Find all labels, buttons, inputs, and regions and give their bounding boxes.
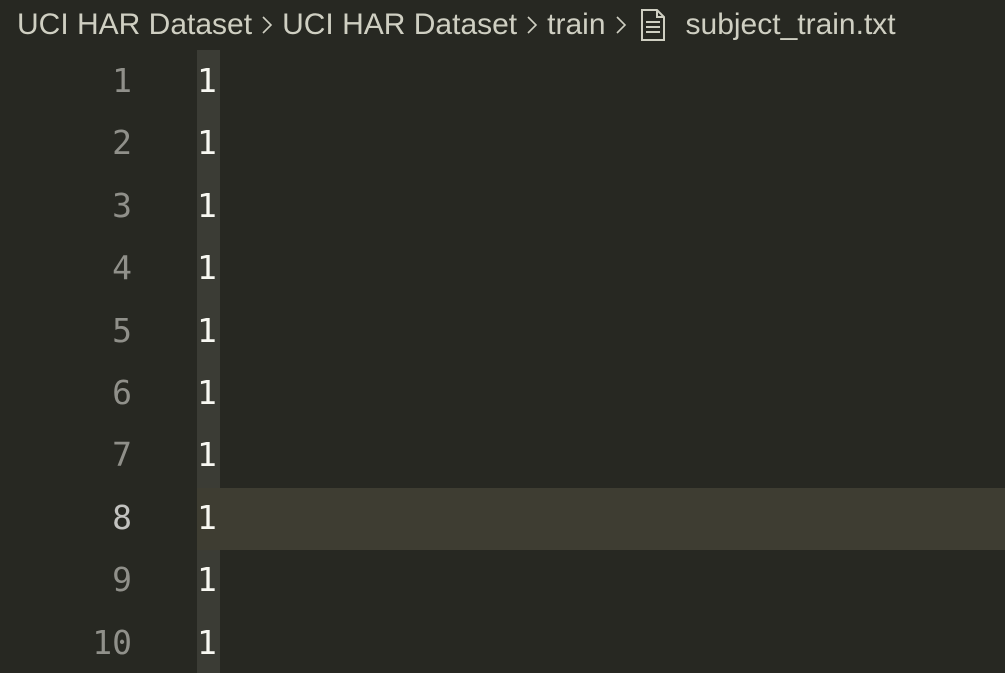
line-number-gutter: 1 2 3 4 5 6 7 8 9 10 (0, 50, 140, 673)
code-line[interactable]: 1 (197, 424, 217, 486)
line-number: 5 (112, 310, 132, 350)
breadcrumb: UCI HAR Dataset UCI HAR Dataset train su… (0, 0, 1005, 50)
code-line[interactable]: 1 (197, 612, 217, 673)
chevron-right-icon (517, 0, 547, 50)
line-number: 6 (112, 373, 132, 412)
code-line[interactable]: 1 (197, 300, 217, 362)
line-number: 10 (92, 622, 132, 662)
code-line[interactable]: 1 (197, 362, 217, 424)
code-line[interactable]: 1 (197, 549, 217, 611)
breadcrumb-item-file[interactable]: subject_train.txt (686, 0, 896, 50)
breadcrumb-item-train[interactable]: train (547, 0, 605, 50)
breadcrumb-item-uci-har-dataset-root[interactable]: UCI HAR Dataset (17, 0, 252, 50)
line-number: 3 (112, 185, 132, 225)
code-line[interactable]: 1 (197, 487, 217, 549)
code-line[interactable]: 1 (197, 112, 217, 174)
current-line-highlight (197, 488, 1005, 550)
line-number: 9 (112, 560, 132, 600)
editor-area[interactable]: 1 2 3 4 5 6 7 8 9 10 1111111111 (0, 50, 1005, 673)
line-number: 2 (112, 123, 132, 163)
editor-window: UCI HAR Dataset UCI HAR Dataset train su… (0, 0, 1005, 673)
breadcrumb-item-uci-har-dataset[interactable]: UCI HAR Dataset (282, 0, 517, 50)
code-line[interactable]: 1 (197, 237, 217, 299)
line-number: 7 (112, 435, 132, 475)
chevron-right-icon (606, 0, 636, 50)
file-text-icon (636, 0, 670, 50)
code-line[interactable]: 1 (197, 50, 217, 112)
line-number: 8 (112, 497, 132, 537)
code-line[interactable]: 1 (197, 175, 217, 237)
line-number: 4 (112, 248, 132, 288)
line-number: 1 (112, 61, 132, 100)
chevron-right-icon (252, 0, 282, 50)
